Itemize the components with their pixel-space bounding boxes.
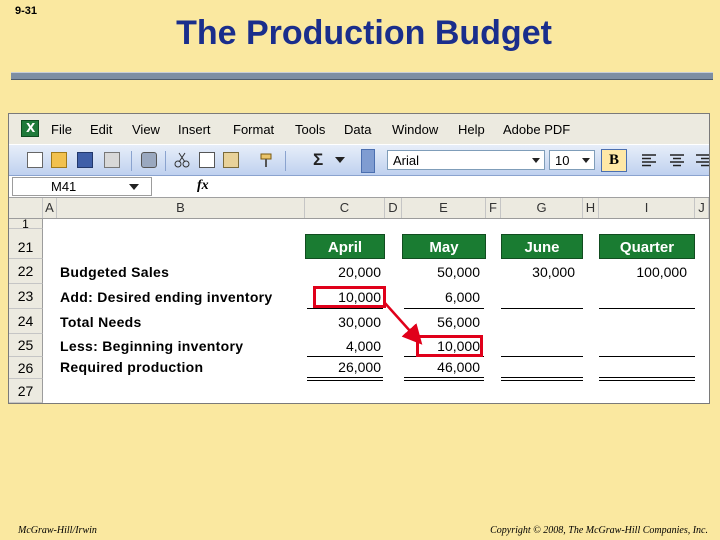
toolbar-separator — [131, 151, 132, 171]
toolbar-separator — [165, 151, 166, 171]
bold-button[interactable]: B — [601, 149, 627, 172]
autosum-icon[interactable]: Σ — [313, 150, 323, 170]
menu-tools[interactable]: Tools — [295, 122, 325, 137]
underline — [307, 308, 383, 309]
cell-g22[interactable]: 30,000 — [501, 264, 575, 280]
double-underline — [307, 377, 383, 378]
footer-publisher: McGraw-Hill/Irwin — [18, 525, 97, 536]
format-painter-icon[interactable] — [259, 152, 275, 168]
menu-window[interactable]: Window — [392, 122, 438, 137]
align-right-icon[interactable] — [695, 152, 710, 168]
row-label-desired-ending: Add: Desired ending inventory — [60, 289, 273, 305]
menu-format[interactable]: Format — [233, 122, 274, 137]
double-underline — [599, 377, 695, 378]
underline — [501, 308, 583, 309]
cell-c22[interactable]: 20,000 — [305, 264, 381, 280]
row-header[interactable]: 1 — [9, 219, 43, 229]
underline — [501, 356, 583, 357]
header-may: May — [402, 234, 486, 259]
excel-window: File Edit View Insert Format Tools Data … — [8, 113, 710, 404]
excel-app-icon[interactable] — [21, 120, 39, 137]
double-underline — [501, 380, 583, 381]
row-label-required-production: Required production — [60, 359, 204, 375]
research-icon[interactable] — [141, 152, 157, 168]
row-label-budgeted-sales: Budgeted Sales — [60, 264, 170, 280]
column-header-b[interactable]: B — [57, 198, 305, 218]
row-header[interactable]: 22 — [9, 259, 43, 284]
standard-toolbar: Σ Arial 10 B — [9, 144, 709, 176]
menu-data[interactable]: Data — [344, 122, 371, 137]
column-header-h[interactable]: H — [583, 198, 599, 218]
column-header-d[interactable]: D — [385, 198, 402, 218]
title-rule — [11, 72, 713, 80]
underline — [599, 308, 695, 309]
cell-c25[interactable]: 4,000 — [305, 338, 381, 354]
cell-c26[interactable]: 26,000 — [305, 359, 381, 375]
menu-insert[interactable]: Insert — [178, 122, 211, 137]
save-icon[interactable] — [77, 152, 93, 168]
underline — [599, 356, 695, 357]
cell-e26[interactable]: 46,000 — [402, 359, 480, 375]
copy-icon[interactable] — [199, 152, 215, 168]
row-header[interactable]: 21 — [9, 229, 43, 259]
select-all-corner[interactable] — [9, 198, 43, 218]
row-label-beginning-inventory: Less: Beginning inventory — [60, 338, 244, 354]
double-underline — [307, 380, 383, 381]
menu-bar: File Edit View Insert Format Tools Data … — [9, 114, 709, 144]
font-name-select[interactable]: Arial — [387, 150, 545, 170]
footer-copyright: Copyright © 2008, The McGraw-Hill Compan… — [490, 525, 708, 536]
toolbar-separator — [285, 151, 286, 171]
cut-icon[interactable] — [174, 152, 190, 168]
paste-icon[interactable] — [223, 152, 239, 168]
double-underline — [599, 380, 695, 381]
open-folder-icon[interactable] — [51, 152, 67, 168]
align-center-icon[interactable] — [669, 152, 685, 168]
menu-view[interactable]: View — [132, 122, 160, 137]
row-header[interactable]: 27 — [9, 379, 43, 403]
cell-i22[interactable]: 100,000 — [599, 264, 687, 280]
column-header-i[interactable]: I — [599, 198, 695, 218]
column-header-j[interactable]: J — [695, 198, 709, 218]
print-icon[interactable] — [104, 152, 120, 168]
menu-file[interactable]: File — [51, 122, 72, 137]
cell-e22[interactable]: 50,000 — [402, 264, 480, 280]
header-april: April — [305, 234, 385, 259]
double-underline — [404, 377, 484, 378]
menu-help[interactable]: Help — [458, 122, 485, 137]
menu-adobe-pdf[interactable]: Adobe PDF — [503, 122, 570, 137]
column-header-e[interactable]: E — [402, 198, 486, 218]
cell-c24[interactable]: 30,000 — [305, 314, 381, 330]
chevron-down-icon[interactable] — [579, 151, 593, 169]
double-underline — [404, 380, 484, 381]
row-header[interactable]: 25 — [9, 334, 43, 357]
column-header-c[interactable]: C — [305, 198, 385, 218]
double-underline — [501, 377, 583, 378]
row-header[interactable]: 26 — [9, 357, 43, 379]
highlight-box-april-ending — [313, 286, 386, 308]
chevron-down-icon[interactable] — [529, 151, 543, 169]
formula-bar: M41 fx — [9, 176, 709, 198]
arrow-icon — [383, 301, 423, 345]
column-header-g[interactable]: G — [501, 198, 583, 218]
underline — [307, 356, 383, 357]
toolbar-options-icon[interactable] — [361, 149, 375, 173]
insert-function-icon[interactable]: fx — [197, 178, 209, 194]
formula-input[interactable] — [217, 177, 707, 196]
column-header-a[interactable]: A — [43, 198, 57, 218]
header-quarter: Quarter — [599, 234, 695, 259]
chevron-down-icon[interactable] — [129, 184, 139, 190]
column-header-f[interactable]: F — [486, 198, 501, 218]
menu-edit[interactable]: Edit — [90, 122, 112, 137]
row-header[interactable]: 24 — [9, 309, 43, 334]
new-document-icon[interactable] — [27, 152, 43, 168]
header-june: June — [501, 234, 583, 259]
slide-title: The Production Budget — [176, 14, 552, 52]
row-label-total-needs: Total Needs — [60, 314, 142, 330]
row-header[interactable]: 23 — [9, 284, 43, 309]
chevron-down-icon[interactable] — [335, 157, 345, 163]
align-left-icon[interactable] — [641, 152, 657, 168]
column-headers: A B C D E F G H I J — [9, 198, 709, 219]
